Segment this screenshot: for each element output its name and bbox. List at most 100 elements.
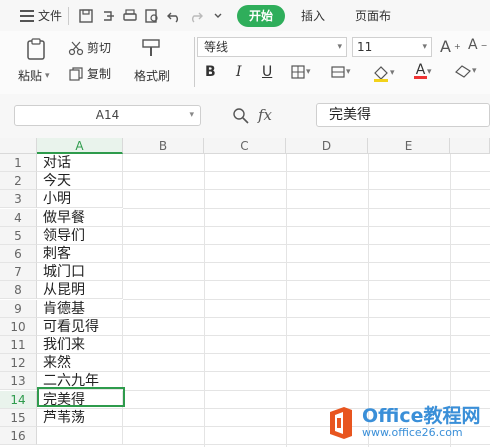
copy-button[interactable]: 复制 [68,65,111,82]
cell-a16[interactable] [37,427,123,445]
chevron-down-icon: ▾ [390,68,395,78]
row-header[interactable]: 5 [0,226,37,245]
font-name-select[interactable]: 等线 ▾ [197,37,347,57]
copy-label: 复制 [87,67,112,81]
column-header-c[interactable]: C [204,138,286,154]
active-cell-selection[interactable] [37,387,125,407]
undo-icon[interactable] [163,5,185,27]
cell-a6[interactable]: 刺客 [37,245,123,263]
gridline [123,225,490,227]
cell-a5[interactable]: 领导们 [37,226,123,245]
row-header[interactable]: 10 [0,317,37,336]
watermark: Office教程网 www.office26.com [326,398,490,447]
format-painter-label-wrap[interactable]: 格式刷 [134,67,170,84]
watermark-url: www.office26.com [362,426,463,439]
underline-button[interactable]: U [262,64,272,80]
print-icon[interactable] [119,5,141,27]
row-header[interactable]: 4 [0,208,37,227]
export-icon[interactable] [97,5,119,27]
divider [68,6,70,25]
paste-menu[interactable]: 粘贴 ▾ [18,67,50,84]
name-box[interactable]: A14 ▾ [14,105,201,126]
watermark-title: Office教程网 [362,405,481,427]
cell-a15[interactable]: 芦苇荡 [37,408,123,427]
borders-icon [291,65,305,79]
font-name-value: 等线 [204,40,229,54]
gridline [123,389,490,391]
row-header[interactable]: 12 [0,354,37,373]
format-painter-icon [142,39,160,56]
row-header[interactable]: 8 [0,281,37,300]
font-size-value: 11 [357,40,373,54]
chevron-down-icon: ▾ [306,67,311,77]
column-header-d[interactable]: D [286,138,368,154]
formula-input[interactable]: 完美得 [316,103,490,127]
row-header[interactable]: 9 [0,299,37,318]
row-header[interactable]: 14 [0,390,37,409]
italic-button[interactable]: I [236,64,242,80]
merge-cells-button[interactable]: ▾ [330,64,351,80]
chevron-down-icon: ▾ [427,66,432,77]
gridline [123,171,490,173]
cut-label: 剪切 [87,41,112,55]
format-painter-button[interactable] [140,37,162,59]
column-header-f[interactable] [450,138,490,154]
paint-bucket-icon [374,66,388,82]
clear-format-button[interactable]: ▾ [454,64,477,78]
more-dropdown-icon[interactable] [207,5,229,27]
fill-color-button[interactable]: ▾ [372,64,395,82]
gridline [123,280,490,282]
cell-a2[interactable]: 今天 [37,172,123,191]
row-header[interactable]: 11 [0,336,37,354]
font-size-select[interactable]: 11 ▾ [352,37,432,57]
file-menu[interactable]: 文件 [0,7,62,24]
cell-a7[interactable]: 城门口 [37,263,123,282]
bold-button[interactable]: B [205,64,216,80]
paste-label: 粘贴 [18,69,43,83]
gridline [286,154,287,447]
zoom-formula-icon[interactable] [232,107,250,128]
menu-bar: 文件 开始 插入 页面布 [0,0,490,31]
cut-button[interactable]: 剪切 [68,39,111,56]
row-header[interactable]: 13 [0,372,37,391]
function-fx-button[interactable]: fx [258,106,272,124]
decrease-font-button[interactable]: A − [468,37,487,53]
row-header[interactable]: 16 [0,427,37,445]
paste-icon [27,38,45,60]
scissors-icon [68,41,84,55]
cell-a9[interactable]: 肯德基 [37,299,123,318]
gridline [123,316,490,318]
save-icon[interactable] [75,5,97,27]
row-header[interactable]: 2 [0,172,37,191]
row-header[interactable]: 15 [0,408,37,427]
select-all-corner[interactable] [0,138,37,154]
cell-a1[interactable]: 对话 [37,154,123,172]
format-painter-label: 格式刷 [134,69,171,83]
tab-home[interactable]: 开始 [237,4,286,27]
column-header-b[interactable]: B [123,138,204,154]
cell-a10[interactable]: 可看见得 [37,317,123,336]
borders-button[interactable]: ▾ [290,64,311,80]
tab-insert[interactable]: 插入 [293,5,333,27]
cell-a3[interactable]: 小明 [37,190,123,209]
column-header-a[interactable]: A [37,138,123,154]
merge-cells-icon [331,66,345,78]
ribbon: 粘贴 ▾ 剪切 复制 格式刷 等线 ▾ 11 ▾ A + A − B I U ▾ ▾… [0,31,490,95]
row-header[interactable]: 7 [0,263,37,282]
redo-icon[interactable] [185,5,207,27]
cell-a8[interactable]: 从昆明 [37,281,123,300]
paste-button[interactable] [24,37,48,61]
row-header[interactable]: 1 [0,154,37,172]
row-header[interactable]: 6 [0,245,37,263]
increase-font-button[interactable]: A + [440,37,461,56]
row-header[interactable]: 3 [0,190,37,209]
cell-a11[interactable]: 我们来 [37,336,123,354]
tab-page-layout[interactable]: 页面布 [347,5,399,27]
chevron-down-icon: ▾ [45,70,50,81]
cell-a12[interactable]: 来然 [37,354,123,373]
cell-a4[interactable]: 做早餐 [37,208,123,227]
column-header-e[interactable]: E [368,138,450,154]
font-color-button[interactable]: A ▾ [414,63,432,79]
gridline [123,189,490,191]
print-preview-icon[interactable] [141,5,163,27]
